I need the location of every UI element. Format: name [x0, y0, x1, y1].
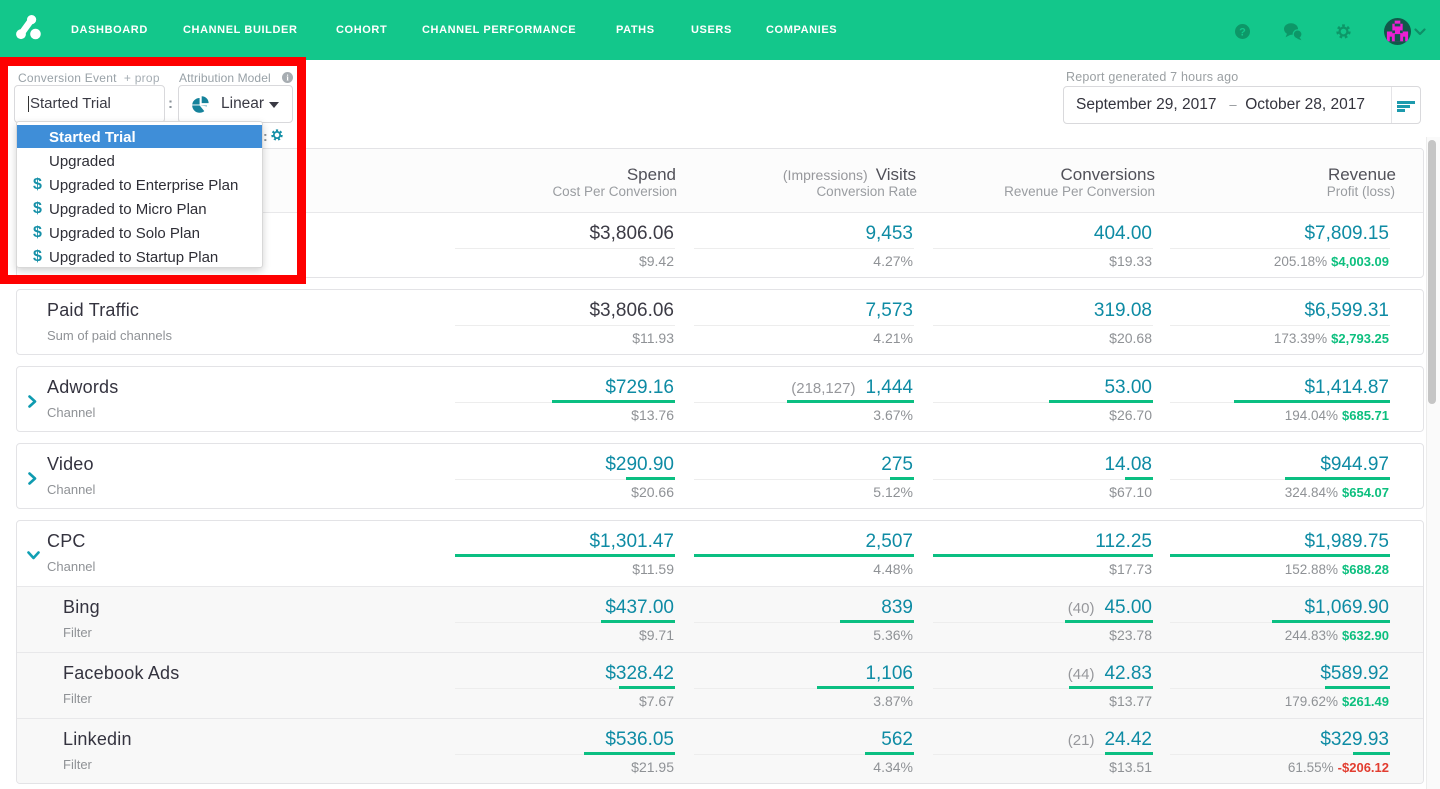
svg-text:?: ? — [1239, 26, 1246, 38]
